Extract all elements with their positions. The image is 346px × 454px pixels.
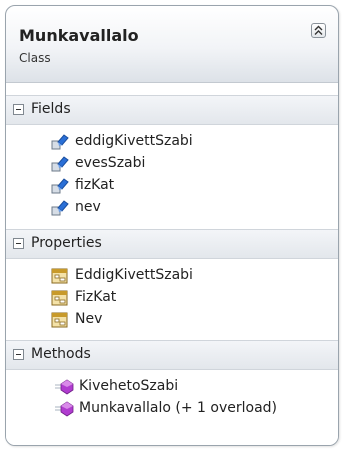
section-label: Properties <box>31 235 102 251</box>
double-chevron-up-icon[interactable] <box>311 23 326 38</box>
property-label: EddigKivettSzabi <box>75 267 193 283</box>
property-label: Nev <box>75 311 103 327</box>
class-name: Munkavallalo <box>19 26 139 45</box>
field-label: evesSzabi <box>75 155 146 171</box>
method-label: Munkavallalo (+ 1 overload) <box>79 400 277 416</box>
class-body: Fields eddigKivettSzabi evesSzabi fizKat… <box>6 83 338 445</box>
field-icon <box>51 156 69 172</box>
class-kind: Class <box>19 51 51 65</box>
section-label: Fields <box>31 101 71 117</box>
section-methods[interactable]: Methods <box>6 340 338 370</box>
field-label: nev <box>75 199 101 215</box>
class-header: Munkavallalo Class <box>6 6 338 83</box>
class-shape[interactable]: Munkavallalo Class Fields eddigKivettSza… <box>5 5 339 446</box>
property-icon <box>51 290 68 306</box>
method-label: KivehetoSzabi <box>79 378 179 394</box>
minus-box-icon[interactable] <box>13 104 24 115</box>
section-label: Methods <box>31 346 91 362</box>
field-label: eddigKivettSzabi <box>75 133 193 149</box>
method-icon <box>55 401 74 417</box>
minus-box-icon[interactable] <box>13 238 24 249</box>
section-properties[interactable]: Properties <box>6 229 338 259</box>
field-icon <box>51 134 69 150</box>
field-icon <box>51 178 69 194</box>
property-icon <box>51 268 68 284</box>
method-icon <box>55 379 74 395</box>
field-label: fizKat <box>75 177 115 193</box>
minus-box-icon[interactable] <box>13 349 24 360</box>
property-icon <box>51 312 68 328</box>
field-icon <box>51 200 69 216</box>
property-label: FizKat <box>75 289 117 305</box>
section-fields[interactable]: Fields <box>6 95 338 125</box>
